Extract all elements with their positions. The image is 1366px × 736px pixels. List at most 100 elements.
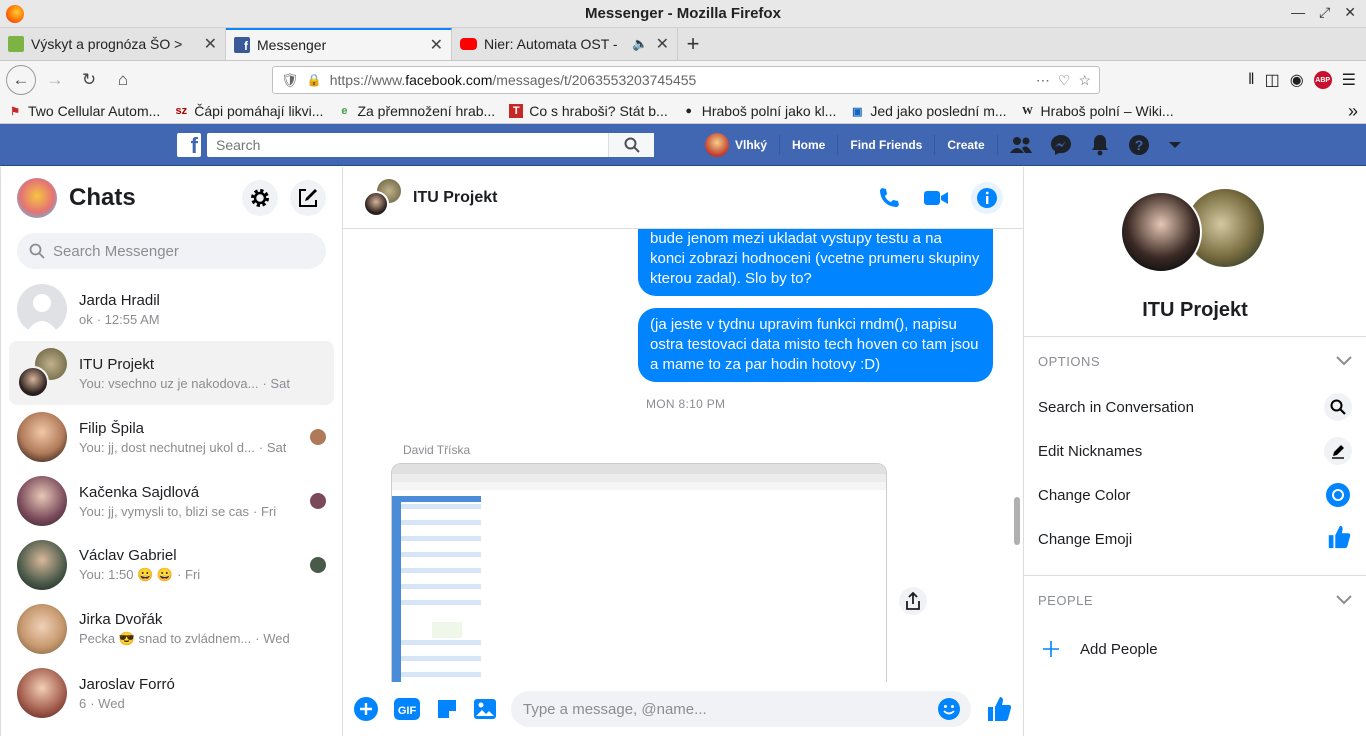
library-icon[interactable]: ‖ — [1248, 71, 1255, 89]
friends-icon[interactable] — [1009, 136, 1032, 154]
facebook-logo-icon[interactable]: f — [177, 133, 201, 157]
pocket-icon[interactable]: ♡ — [1058, 72, 1071, 89]
adblock-icon[interactable]: ABP — [1313, 71, 1332, 89]
sidebar-icon[interactable]: ◫ — [1265, 70, 1280, 90]
tab-messenger[interactable]: f Messenger ✕ — [226, 28, 452, 60]
find-friends-link[interactable]: Find Friends — [838, 135, 936, 155]
settings-button[interactable] — [242, 180, 278, 216]
window-title: Messenger - Mozilla Firefox — [585, 5, 781, 22]
chat-item-jirka[interactable]: Jirka Dvořák Pecka 😎 snad to zvládnem...… — [9, 597, 334, 661]
bookmark-item[interactable]: W Hraboš polní – Wiki... — [1021, 103, 1174, 119]
new-message-button[interactable] — [290, 180, 326, 216]
thumbs-up-icon[interactable] — [985, 695, 1013, 723]
messenger-search — [17, 233, 326, 269]
lock-icon[interactable]: 🔒 — [307, 73, 322, 87]
shield-icon[interactable]: 🛡 — [281, 72, 299, 89]
message-input[interactable] — [523, 700, 937, 718]
edit-nicknames-option[interactable]: Edit Nicknames — [1024, 429, 1366, 473]
gif-icon[interactable]: GIF — [393, 697, 421, 721]
people-section-header[interactable]: PEOPLE — [1024, 576, 1366, 624]
bookmark-item[interactable]: ⚑ Two Cellular Autom... — [8, 103, 160, 119]
home-link[interactable]: Home — [780, 135, 839, 155]
create-link[interactable]: Create — [935, 135, 998, 155]
account-menu-chevron-icon[interactable] — [1168, 140, 1182, 150]
bookmark-item[interactable]: ▣ Jed jako poslední m... — [850, 103, 1006, 119]
forward-button[interactable]: → — [40, 65, 70, 95]
message-bubble[interactable]: bude jenom mezi ukladat vystupy testu a … — [638, 229, 993, 296]
minimize-icon[interactable]: — — [1291, 4, 1305, 21]
message-timestamp: MON 8:10 PM — [646, 397, 726, 411]
group-avatar[interactable] — [363, 178, 401, 217]
conversation-title[interactable]: ITU Projekt — [413, 189, 865, 207]
video-call-icon[interactable] — [923, 188, 949, 208]
my-avatar[interactable] — [17, 178, 57, 218]
avatar — [17, 604, 67, 654]
page-actions-icon[interactable]: ⋯ — [1036, 72, 1050, 89]
chat-preview: You: 1:50 😀 😀 — [79, 567, 174, 582]
search-messenger-input[interactable] — [53, 242, 314, 260]
svg-text:?: ? — [1134, 137, 1143, 153]
bookmark-star-icon[interactable]: ☆ — [1078, 72, 1091, 89]
firefox-logo-icon — [6, 5, 24, 23]
options-section-header[interactable]: OPTIONS — [1024, 337, 1366, 385]
chat-item-vaclav[interactable]: Václav Gabriel You: 1:50 😀 😀 · Fri — [9, 533, 334, 597]
globe-icon: ● — [685, 105, 693, 117]
bookmark-item[interactable]: e Za přemnožení hrab... — [337, 103, 495, 119]
url-bar[interactable]: 🛡 🔒 https://www.facebook.com/messages/t/… — [272, 66, 1100, 94]
add-more-icon[interactable] — [353, 696, 379, 722]
close-tab-icon[interactable]: ✕ — [656, 34, 669, 54]
account-icon[interactable]: ◉ — [1290, 70, 1304, 90]
group-avatar-large[interactable] — [1120, 189, 1270, 275]
search-in-conversation-option[interactable]: Search in Conversation — [1024, 385, 1366, 429]
notifications-bell-icon[interactable] — [1090, 134, 1110, 156]
chat-name: Jaroslav Forró — [79, 675, 175, 693]
menu-icon[interactable]: ☰ — [1342, 70, 1356, 90]
message-bubble[interactable]: (ja jeste v tydnu upravim funkci rndm(),… — [638, 308, 993, 382]
conversation-info-button[interactable] — [971, 181, 1003, 214]
reload-button[interactable]: ↻ — [74, 65, 104, 95]
back-button[interactable]: ← — [6, 65, 36, 95]
home-button[interactable]: ⌂ — [108, 65, 138, 95]
close-tab-icon[interactable]: ✕ — [430, 35, 443, 55]
phone-call-icon[interactable] — [877, 186, 901, 210]
add-people-button[interactable]: Add People — [1024, 624, 1366, 674]
change-emoji-option[interactable]: Change Emoji — [1024, 517, 1366, 561]
facebook-search-input[interactable] — [207, 133, 608, 157]
shared-screenshot-image[interactable] — [391, 463, 887, 682]
close-window-icon[interactable]: ✕ — [1344, 4, 1356, 21]
bookmark-item[interactable]: T Co s hraboši? Stát b... — [509, 103, 668, 119]
chat-item-itu-projekt[interactable]: ITU Projekt You: vsechno uz je nakodova.… — [9, 341, 334, 405]
bookmark-item[interactable]: ● Hraboš polní jako kl... — [682, 103, 836, 119]
chat-item-jarda[interactable]: Jarda Hradil ok · 12:55 AM — [9, 277, 334, 341]
avatar — [17, 540, 67, 590]
help-icon[interactable]: ? — [1128, 134, 1150, 156]
close-tab-icon[interactable]: ✕ — [204, 34, 217, 54]
chat-time: · Fri — [177, 567, 201, 582]
url-text[interactable]: https://www.facebook.com/messages/t/2063… — [330, 72, 1028, 88]
emoji-icon[interactable] — [937, 697, 961, 721]
tab-vyskyt[interactable]: Výskyt a prognóza ŠO > ✕ — [0, 28, 226, 60]
tab-label: Messenger — [257, 37, 327, 53]
chat-item-filip[interactable]: Filip Špila You: jj, dost nechutnej ukol… — [9, 405, 334, 469]
messenger-icon[interactable] — [1050, 134, 1072, 156]
sticker-icon[interactable] — [435, 697, 459, 721]
leaf-icon: e — [341, 105, 348, 117]
chat-item-kacenka[interactable]: Kačenka Sajdlová You: jj, vymysli to, bl… — [9, 469, 334, 533]
facebook-header: f Vlhký Home Find Friends Create ? — [0, 124, 1366, 166]
profile-link[interactable]: Vlhký — [703, 133, 781, 157]
avatar — [17, 668, 67, 718]
restore-icon[interactable]: ⤢ — [1319, 4, 1330, 21]
chat-item-jaroslav[interactable]: Jaroslav Forró 6 · Wed — [9, 661, 334, 725]
message-scrollbar[interactable] — [1014, 497, 1020, 545]
conversation-panel: ITU Projekt bude jenom mezi ukladat vyst… — [343, 167, 1024, 736]
chat-preview: You: vsechno uz je nakodova... — [79, 375, 259, 391]
search-button[interactable] — [608, 133, 654, 157]
share-button[interactable] — [899, 587, 927, 615]
tab-youtube[interactable]: Nier: Automata OST - 🔈 ✕ — [452, 28, 678, 60]
new-tab-button[interactable]: + — [678, 28, 708, 60]
change-color-option[interactable]: Change Color — [1024, 473, 1366, 517]
photo-icon[interactable] — [473, 698, 497, 720]
audio-playing-icon[interactable]: 🔈 — [632, 36, 648, 52]
bookmark-item[interactable]: sz Čápi pomáhají likvi... — [174, 103, 323, 119]
more-bookmarks-icon[interactable]: » — [1348, 101, 1358, 122]
